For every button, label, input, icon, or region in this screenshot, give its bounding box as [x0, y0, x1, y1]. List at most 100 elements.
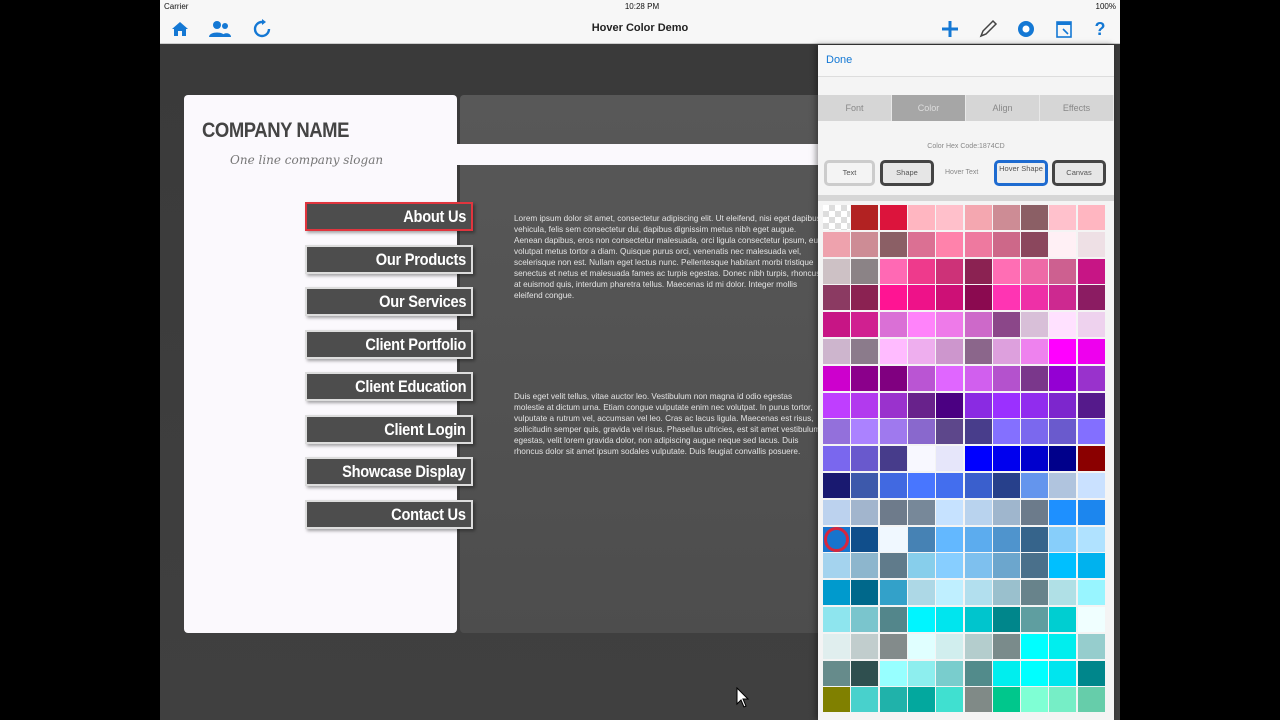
color-swatch[interactable] [907, 392, 935, 418]
color-swatch[interactable] [907, 660, 935, 686]
color-swatch[interactable] [879, 205, 907, 230]
menu-about-us[interactable]: About Us [305, 202, 473, 231]
color-swatch[interactable] [1021, 312, 1049, 338]
target-icon[interactable] [1014, 17, 1038, 41]
color-swatch[interactable] [1021, 205, 1049, 230]
color-swatch[interactable] [851, 419, 879, 445]
color-swatch[interactable] [936, 660, 964, 686]
tab-color[interactable]: Color [892, 95, 966, 121]
color-swatch[interactable] [1077, 553, 1105, 579]
color-swatch[interactable] [823, 446, 850, 472]
help-icon[interactable]: ? [1088, 17, 1112, 41]
color-swatch[interactable] [936, 339, 964, 364]
color-swatch[interactable] [992, 339, 1020, 364]
color-swatch[interactable] [823, 231, 850, 257]
color-swatch[interactable] [992, 473, 1020, 498]
color-swatch[interactable] [907, 231, 935, 257]
color-swatch[interactable] [1049, 258, 1077, 284]
color-swatch[interactable] [823, 553, 850, 579]
color-swatch[interactable] [964, 499, 992, 525]
menu-our-products[interactable]: Our Products [305, 245, 473, 274]
color-swatch[interactable] [936, 392, 964, 418]
color-swatch[interactable] [1077, 392, 1105, 418]
color-swatch[interactable] [879, 473, 907, 498]
color-swatch[interactable] [1021, 660, 1049, 686]
color-swatch[interactable] [1049, 607, 1077, 632]
color-swatch[interactable] [964, 660, 992, 686]
color-swatch[interactable] [879, 446, 907, 472]
color-swatch[interactable] [851, 205, 879, 230]
color-swatch[interactable] [823, 258, 850, 284]
color-swatch[interactable] [879, 687, 907, 713]
pencil-icon[interactable] [976, 17, 1000, 41]
color-swatch[interactable] [992, 607, 1020, 632]
color-swatch[interactable] [1049, 312, 1077, 338]
color-swatch[interactable] [879, 607, 907, 632]
color-swatch[interactable] [851, 339, 879, 364]
color-swatch[interactable] [1049, 285, 1077, 311]
color-swatch[interactable] [907, 419, 935, 445]
color-swatch[interactable] [1049, 392, 1077, 418]
color-swatch[interactable] [1021, 365, 1049, 391]
color-swatch[interactable] [936, 205, 964, 230]
menu-client-education[interactable]: Client Education [305, 372, 473, 401]
color-swatch[interactable] [1049, 339, 1077, 364]
color-swatch[interactable] [964, 473, 992, 498]
color-swatch[interactable] [851, 312, 879, 338]
color-swatch[interactable] [879, 365, 907, 391]
color-swatch[interactable] [992, 526, 1020, 552]
color-swatch[interactable] [1049, 660, 1077, 686]
tab-effects[interactable]: Effects [1040, 95, 1114, 121]
color-swatch[interactable] [992, 419, 1020, 445]
color-swatch[interactable] [1077, 419, 1105, 445]
color-swatch[interactable] [1021, 580, 1049, 606]
color-swatch[interactable] [1077, 526, 1105, 552]
color-swatch[interactable] [879, 580, 907, 606]
color-swatch[interactable] [1049, 419, 1077, 445]
color-swatch[interactable] [851, 687, 879, 713]
color-swatch[interactable] [992, 553, 1020, 579]
color-swatch[interactable] [851, 365, 879, 391]
color-swatch[interactable] [907, 526, 935, 552]
color-swatch[interactable] [879, 339, 907, 364]
color-swatch[interactable] [1077, 473, 1105, 498]
color-swatch[interactable] [1021, 392, 1049, 418]
color-swatch[interactable] [964, 419, 992, 445]
color-swatch[interactable] [992, 365, 1020, 391]
color-swatch[interactable] [1077, 258, 1105, 284]
color-swatch[interactable] [992, 687, 1020, 713]
color-swatch[interactable] [851, 499, 879, 525]
color-swatch[interactable] [907, 205, 935, 230]
color-swatch[interactable] [879, 660, 907, 686]
color-swatch[interactable] [936, 285, 964, 311]
color-swatch[interactable] [851, 446, 879, 472]
color-swatch[interactable] [823, 607, 850, 632]
color-swatch[interactable] [879, 499, 907, 525]
color-swatch[interactable] [907, 499, 935, 525]
color-swatch[interactable] [1077, 607, 1105, 632]
color-swatch[interactable] [936, 419, 964, 445]
color-swatch[interactable] [879, 231, 907, 257]
color-swatch[interactable] [1077, 499, 1105, 525]
color-swatch[interactable] [936, 365, 964, 391]
color-swatch[interactable] [1021, 258, 1049, 284]
color-swatch[interactable] [879, 285, 907, 311]
color-swatch[interactable] [1049, 473, 1077, 498]
color-swatch[interactable] [992, 446, 1020, 472]
color-swatch[interactable] [964, 580, 992, 606]
color-swatch[interactable] [907, 607, 935, 632]
color-swatch[interactable] [1021, 499, 1049, 525]
color-swatch[interactable] [964, 205, 992, 230]
color-swatch[interactable] [823, 580, 850, 606]
color-swatch[interactable] [1021, 526, 1049, 552]
color-swatch[interactable] [823, 312, 850, 338]
color-swatch[interactable] [851, 285, 879, 311]
color-swatch[interactable] [964, 312, 992, 338]
color-swatch[interactable] [907, 285, 935, 311]
color-swatch[interactable] [1077, 231, 1105, 257]
color-swatch[interactable] [1077, 285, 1105, 311]
canvas-target-button[interactable]: Canvas [1052, 160, 1106, 186]
color-swatch[interactable] [907, 553, 935, 579]
color-swatch[interactable] [1021, 607, 1049, 632]
color-swatch[interactable] [964, 553, 992, 579]
